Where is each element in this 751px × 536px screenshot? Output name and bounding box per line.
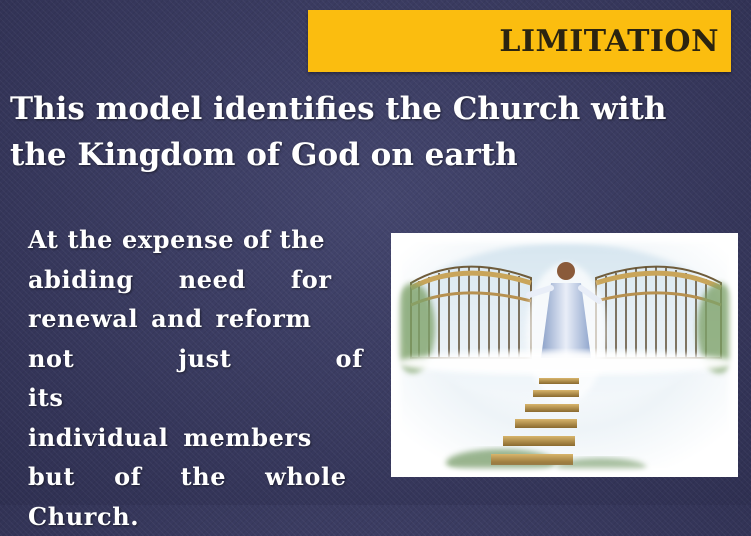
body-line: but of the whole xyxy=(28,457,363,497)
slide-title: LIMITATION xyxy=(499,24,719,59)
body-line: Church. xyxy=(28,497,363,536)
body-line: At the expense of the xyxy=(28,220,363,260)
headline-line: This model identifies the Church with xyxy=(10,86,730,132)
body-line: individual members xyxy=(28,418,363,458)
headline-line: the Kingdom of God on earth xyxy=(10,132,730,178)
headline: This model identifies the Church with th… xyxy=(10,86,730,178)
body-line: not just of its xyxy=(28,339,363,418)
body-line: abiding need for xyxy=(28,260,363,300)
body-paragraph: At the expense of the abiding need for r… xyxy=(28,220,363,536)
heaven-gate-picture xyxy=(391,233,738,477)
presentation-slide: LIMITATION This model identifies the Chu… xyxy=(0,0,751,505)
body-line: renewal and reform xyxy=(28,299,363,339)
title-banner: LIMITATION xyxy=(308,10,731,72)
heaven-gate-illustration xyxy=(391,233,738,477)
